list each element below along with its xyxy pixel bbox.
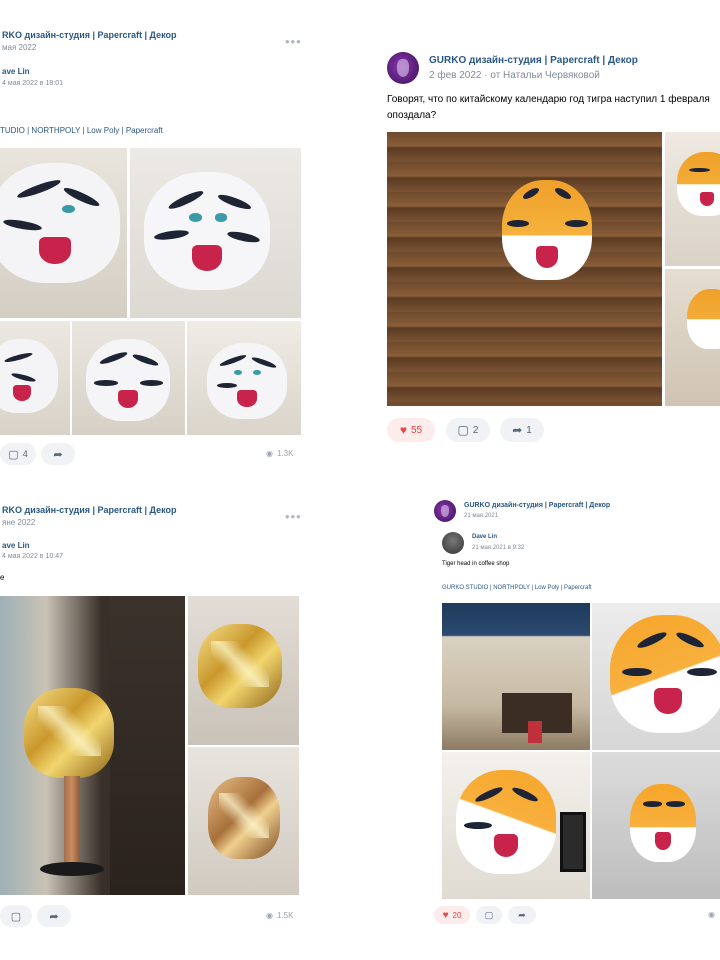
tiger-head [86, 339, 170, 421]
photo-3[interactable] [0, 321, 70, 435]
post-date[interactable]: 2 фев 2022 · от Натальи Червяковой [429, 70, 600, 81]
tiger-head [144, 172, 270, 290]
post-text-line-1: Говорят, что по китайскому календарю год… [387, 94, 710, 105]
comment-icon: ▢ [10, 910, 22, 923]
share-button[interactable]: ➦ [508, 906, 536, 924]
view-count: ◉ 1.3K [266, 449, 294, 458]
like-count: 55 [411, 424, 423, 436]
hashtags[interactable]: TUDIO | NORTHPOLY | Low Poly | Papercraf… [0, 126, 163, 135]
group-name[interactable]: GURKO дизайн-студия | Papercraft | Декор [464, 502, 610, 509]
view-count: ◉ 1.5K [266, 911, 294, 920]
cabinet [110, 596, 185, 895]
tiger-head [0, 163, 120, 283]
tiger-head [630, 784, 696, 862]
photo-1[interactable] [0, 596, 185, 895]
more-dots-icon[interactable]: ••• [285, 509, 302, 524]
post-card-2: GURKO дизайн-студия | Papercraft | Декор… [380, 40, 720, 460]
photo-1[interactable] [0, 148, 127, 318]
author-name[interactable]: Dave Lin [472, 534, 497, 540]
photo-2[interactable] [665, 132, 720, 266]
wall-frame [560, 812, 586, 872]
group-name[interactable]: RKO дизайн-студия | Papercraft | Декор [2, 30, 176, 40]
tiger-head [610, 615, 720, 733]
stand-pole [64, 776, 80, 866]
tiger-head [207, 343, 287, 419]
tiger-head [0, 339, 58, 413]
stool [528, 721, 542, 743]
group-avatar[interactable] [387, 52, 419, 84]
share-arrow-icon: ➦ [518, 909, 526, 920]
comment-button[interactable]: ▢ 2 [446, 418, 490, 442]
photo-1[interactable] [442, 603, 590, 750]
tiger-head [502, 180, 592, 280]
more-dots-icon[interactable]: ••• [285, 34, 302, 49]
eye-icon: ◉ [266, 449, 273, 458]
photo-3[interactable] [188, 747, 299, 895]
tiger-head [456, 770, 556, 874]
author-date: 4 мая 2022 в 10:47 [2, 553, 63, 560]
author-name[interactable]: ave Lin [2, 67, 30, 76]
post-card-4: GURKO дизайн-студия | Papercraft | Декор… [432, 490, 720, 930]
post-date[interactable]: 21 мая 2021 [464, 513, 498, 519]
like-count: 20 [452, 910, 462, 920]
gold-tiger-head [198, 624, 282, 708]
share-button[interactable]: ➦ 1 [500, 418, 544, 442]
view-count: ◉ [708, 910, 715, 919]
eye-icon: ◉ [708, 910, 715, 919]
share-arrow-icon: ➦ [53, 448, 63, 461]
comment-button[interactable]: ▢ [476, 906, 502, 924]
tiger-head [677, 152, 720, 216]
photo-3[interactable] [665, 269, 720, 406]
share-button[interactable]: ➦ [41, 443, 75, 465]
tiger-head [687, 289, 720, 349]
post-text: Tiger head in coffee shop [442, 561, 510, 567]
stand-base [40, 862, 104, 876]
like-button[interactable]: ♥ 55 [387, 418, 435, 442]
post-date[interactable]: мая 2022 [2, 43, 36, 52]
share-arrow-icon: ➦ [49, 910, 59, 923]
comment-button[interactable]: ▢ 4 [0, 443, 36, 465]
comment-icon: ▢ [457, 423, 469, 437]
comment-count: 4 [22, 449, 28, 459]
heart-icon: ♥ [399, 423, 407, 437]
photo-2[interactable] [188, 596, 299, 745]
post-card-1: RKO дизайн-студия | Papercraft | Декор м… [0, 20, 310, 475]
heart-icon: ♥ [442, 909, 449, 921]
like-button[interactable]: ♥ 20 [434, 906, 470, 924]
author-date: 21 мая 2021 в 9:32 [472, 545, 525, 551]
share-arrow-icon: ➦ [512, 423, 523, 437]
author-avatar[interactable] [442, 532, 464, 554]
photo-1[interactable] [387, 132, 662, 406]
share-button[interactable]: ➦ [37, 905, 71, 927]
author-date: 4 мая 2022 в 18:01 [2, 80, 63, 87]
photo-3[interactable] [442, 752, 590, 899]
group-avatar[interactable] [434, 500, 456, 522]
photo-5[interactable] [187, 321, 301, 435]
comment-icon: ▢ [8, 448, 19, 461]
photo-4[interactable] [592, 752, 720, 899]
hashtags[interactable]: GURKO STUDIO | NORTHPOLY | Low Poly | Pa… [442, 585, 592, 591]
post-card-3: RKO дизайн-студия | Papercraft | Декор я… [0, 495, 310, 935]
comment-button[interactable]: ▢ [0, 905, 32, 927]
photo-4[interactable] [72, 321, 185, 435]
gold-tiger-head [208, 777, 280, 859]
author-name[interactable]: ave Lin [2, 541, 30, 550]
post-text-line-2: опоздала? [387, 110, 437, 121]
post-date[interactable]: яне 2022 [2, 518, 35, 527]
eye-icon: ◉ [266, 911, 273, 920]
comment-icon: ▢ [484, 909, 494, 920]
group-name[interactable]: RKO дизайн-студия | Papercraft | Декор [2, 505, 176, 515]
post-text: e [0, 573, 5, 582]
share-count: 1 [526, 424, 532, 436]
gold-tiger-head [24, 688, 114, 778]
photo-2[interactable] [592, 603, 720, 750]
photo-2[interactable] [130, 148, 301, 318]
comment-count: 2 [472, 424, 479, 436]
group-name[interactable]: GURKO дизайн-студия | Papercraft | Декор [429, 55, 638, 66]
